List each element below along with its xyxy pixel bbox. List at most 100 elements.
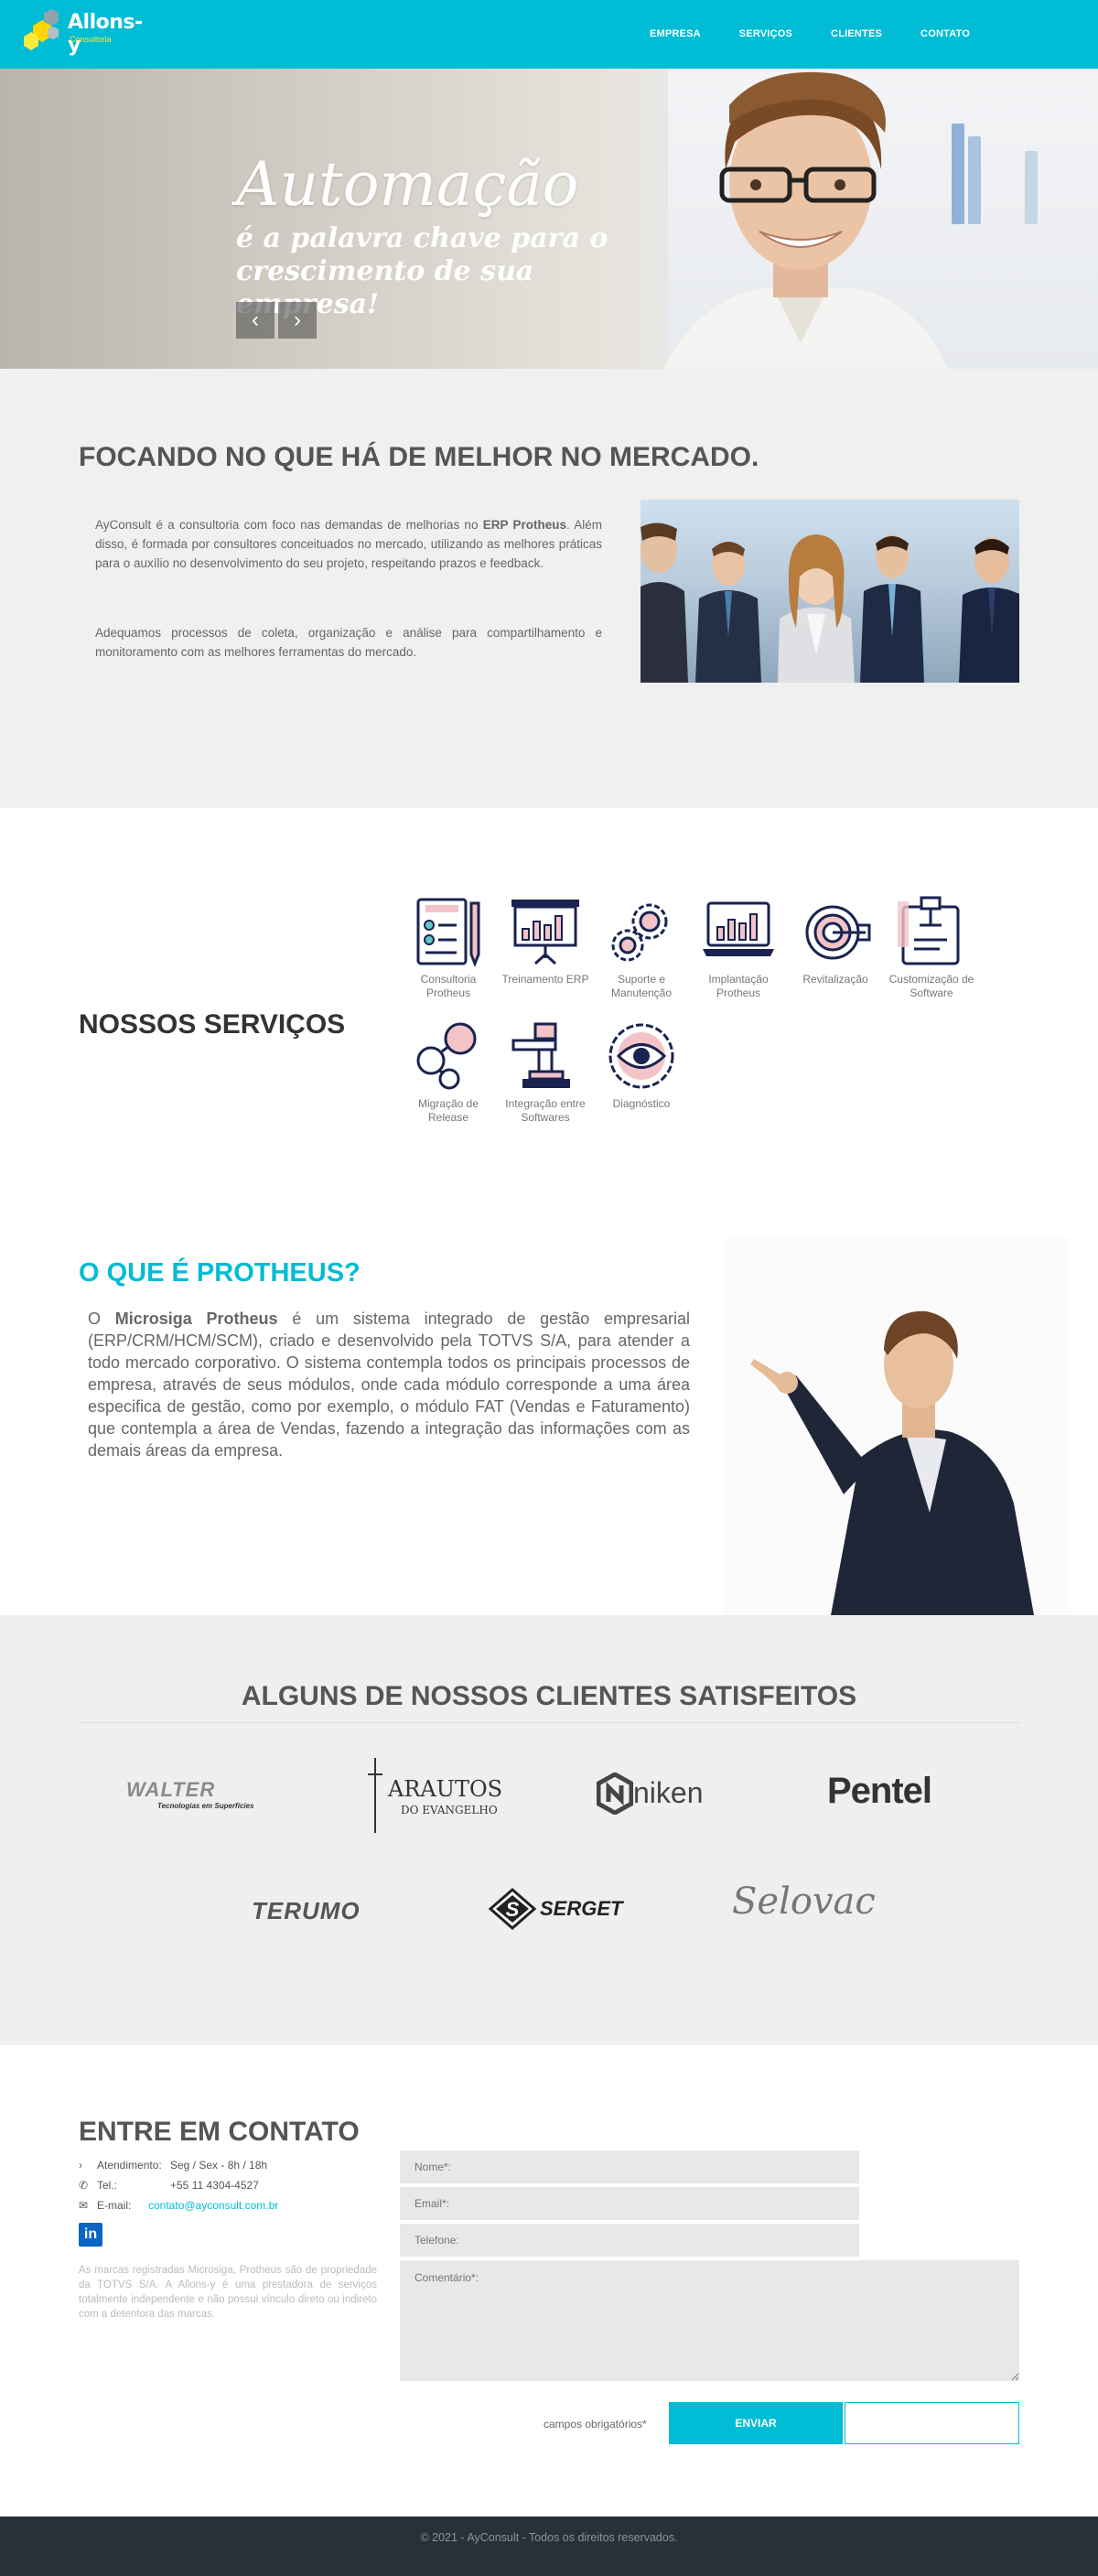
contact-title: ENTRE EM CONTATO bbox=[79, 2117, 360, 2147]
email-row: ✉ E-mail: contato@ayconsult.com.br bbox=[79, 2199, 278, 2212]
service-label: Diagnóstico bbox=[612, 1097, 671, 1110]
protheus-text: O bbox=[88, 1310, 115, 1328]
services-section: NOSSOS SERVIÇOS Consultoria Protheus Tre bbox=[0, 808, 1098, 1238]
protheus-text-bold: Microsiga Protheus bbox=[114, 1310, 278, 1328]
logo-text: Allons-y bbox=[68, 11, 143, 57]
attendance-row: › Atendimento: Seg / Sex - 8h / 18h bbox=[79, 2159, 267, 2172]
envelope-icon: ✉ bbox=[79, 2199, 89, 2212]
carousel-next-button[interactable]: › bbox=[278, 302, 317, 339]
clients-section: ALGUNS DE NOSSOS CLIENTES SATISFEITOS WA… bbox=[0, 1615, 1098, 2045]
clipboard-icon bbox=[898, 896, 960, 965]
phone-field[interactable] bbox=[400, 2224, 859, 2257]
main-nav: EMPRESA SERVIÇOS CLIENTES CONTATO bbox=[611, 28, 970, 39]
nav-servicos[interactable]: SERVIÇOS bbox=[739, 28, 792, 39]
client-name: niken bbox=[633, 1776, 704, 1809]
client-name: Pentel bbox=[827, 1771, 932, 1811]
nav-empresa[interactable]: EMPRESA bbox=[650, 28, 701, 39]
presentation-icon bbox=[511, 900, 579, 965]
service-label: Consultoria Protheus bbox=[420, 973, 477, 999]
about-paragraph-2: Adequamos processos de coleta, organizaç… bbox=[95, 626, 602, 659]
about-title: FOCANDO NO QUE HÁ DE MELHOR NO MERCADO. bbox=[79, 442, 759, 472]
email-field[interactable] bbox=[400, 2187, 859, 2220]
site-header: Allons-y Consultoria EMPRESA SERVIÇOS CL… bbox=[0, 0, 1098, 69]
phone-row: ✆ Tel.: +55 11 4304-4527 bbox=[79, 2179, 259, 2192]
eye-gear-icon bbox=[608, 1023, 674, 1089]
client-logo-walter: WALTER Tecnologias em Superfícies bbox=[126, 1778, 282, 1810]
client-logo-terumo: TERUMO bbox=[252, 1897, 416, 1925]
pointing-man-photo bbox=[723, 1238, 1071, 1615]
chevron-right-icon: › bbox=[294, 307, 301, 332]
service-label: Treinamento ERP bbox=[501, 973, 589, 986]
trademark-disclaimer: As marcas registradas Microsiga, Protheu… bbox=[79, 2265, 377, 2320]
divider bbox=[79, 1722, 1019, 1723]
hero-decor-book bbox=[968, 136, 981, 224]
gears-icon bbox=[611, 903, 668, 962]
linkedin-icon[interactable]: in bbox=[79, 2223, 102, 2247]
service-suporte[interactable]: Suporte e Manutenção bbox=[597, 894, 685, 1000]
logo[interactable]: Allons-y Consultoria bbox=[20, 9, 148, 57]
client-name: SERGET bbox=[540, 1897, 623, 1920]
service-integracao[interactable]: Integração entre Softwares bbox=[501, 1019, 589, 1125]
service-label: Implantação Protheus bbox=[708, 973, 769, 999]
client-tagline: DO EVANGELHO bbox=[401, 1804, 498, 1816]
service-treinamento[interactable]: Treinamento ERP bbox=[501, 894, 589, 986]
about-text: AyConsult é a consultoria com foco nas d… bbox=[95, 518, 483, 532]
checklist-icon bbox=[416, 898, 480, 968]
copyright-text: © 2021 - AyConsult - Todos os direitos r… bbox=[420, 2531, 678, 2544]
logo-subtitle: Consultoria bbox=[70, 35, 112, 44]
client-name: WALTER bbox=[126, 1778, 216, 1801]
hero-decor-book bbox=[1025, 151, 1038, 224]
client-name: TERUMO bbox=[252, 1897, 361, 1924]
client-logo-selovac: Selovac bbox=[732, 1881, 878, 1923]
attendance-value: Seg / Sex - 8h / 18h bbox=[170, 2159, 268, 2172]
service-label: Revitalização bbox=[802, 973, 868, 986]
nav-clientes[interactable]: CLIENTES bbox=[831, 28, 882, 39]
name-field[interactable] bbox=[400, 2150, 859, 2183]
hero-decor-book bbox=[952, 124, 964, 224]
phone-icon: ✆ bbox=[79, 2179, 89, 2192]
hero-title: Automação bbox=[236, 149, 579, 220]
service-migracao[interactable]: Migração de Release bbox=[404, 1019, 492, 1125]
hero-banner: Automação é a palavra chave para o cresc… bbox=[0, 69, 1098, 369]
protheus-description: O Microsiga Protheus é um sistema integr… bbox=[88, 1308, 690, 1461]
comment-field[interactable] bbox=[400, 2260, 1019, 2381]
secondary-button[interactable] bbox=[845, 2402, 1019, 2444]
chevron-right-icon: › bbox=[79, 2159, 82, 2172]
service-customizacao[interactable]: Customização de Software bbox=[888, 894, 975, 1000]
email-label: E-mail: bbox=[97, 2199, 132, 2212]
phone-value: +55 11 4304-4527 bbox=[170, 2179, 259, 2192]
svg-text:S: S bbox=[506, 1898, 520, 1921]
services-title: NOSSOS SERVIÇOS bbox=[79, 1009, 346, 1040]
client-logo-pentel: Pentel bbox=[827, 1771, 974, 1812]
client-name: Selovac bbox=[732, 1881, 876, 1923]
service-implantacao[interactable]: Implantação Protheus bbox=[694, 894, 782, 1000]
team-photo-illustration bbox=[640, 523, 1019, 683]
protheus-title: O QUE É PROTHEUS? bbox=[79, 1258, 361, 1288]
serget-diamond-icon: S bbox=[489, 1888, 536, 1930]
service-label: Integração entre Softwares bbox=[505, 1097, 586, 1124]
service-diagnostico[interactable]: Diagnóstico bbox=[597, 1019, 685, 1111]
about-text-bold: ERP Protheus bbox=[482, 518, 566, 532]
contact-section: ENTRE EM CONTATO › Atendimento: Seg / Se… bbox=[0, 2045, 1098, 2517]
laptop-chart-icon bbox=[703, 901, 774, 956]
service-revitalizacao[interactable]: Revitalização bbox=[791, 894, 879, 986]
service-label: Customização de Software bbox=[888, 973, 974, 999]
migration-icon bbox=[416, 1022, 477, 1090]
niken-hexagon-icon bbox=[597, 1773, 633, 1815]
site-footer: © 2021 - AyConsult - Todos os direitos r… bbox=[0, 2517, 1098, 2576]
target-icon bbox=[805, 905, 871, 960]
protheus-section: O QUE É PROTHEUS? O Microsiga Protheus é… bbox=[0, 1238, 1098, 1615]
carousel-prev-button[interactable]: ‹ bbox=[236, 302, 274, 339]
send-button[interactable]: ENVIAR bbox=[669, 2402, 843, 2444]
sword-icon bbox=[368, 1758, 382, 1833]
service-label: Suporte e Manutenção bbox=[610, 973, 673, 999]
about-section: FOCANDO NO QUE HÁ DE MELHOR NO MERCADO. … bbox=[0, 369, 1098, 808]
service-consultoria[interactable]: Consultoria Protheus bbox=[404, 894, 492, 1000]
nav-contato[interactable]: CONTATO bbox=[920, 28, 970, 39]
integration-icon bbox=[511, 1022, 570, 1088]
hero-man-photo bbox=[663, 71, 947, 369]
attendance-label: Atendimento: bbox=[97, 2159, 162, 2172]
client-tagline: Tecnologias em Superfícies bbox=[157, 1802, 254, 1810]
required-fields-note: campos obrigatórios* bbox=[544, 2418, 647, 2430]
email-link[interactable]: contato@ayconsult.com.br bbox=[148, 2199, 278, 2212]
